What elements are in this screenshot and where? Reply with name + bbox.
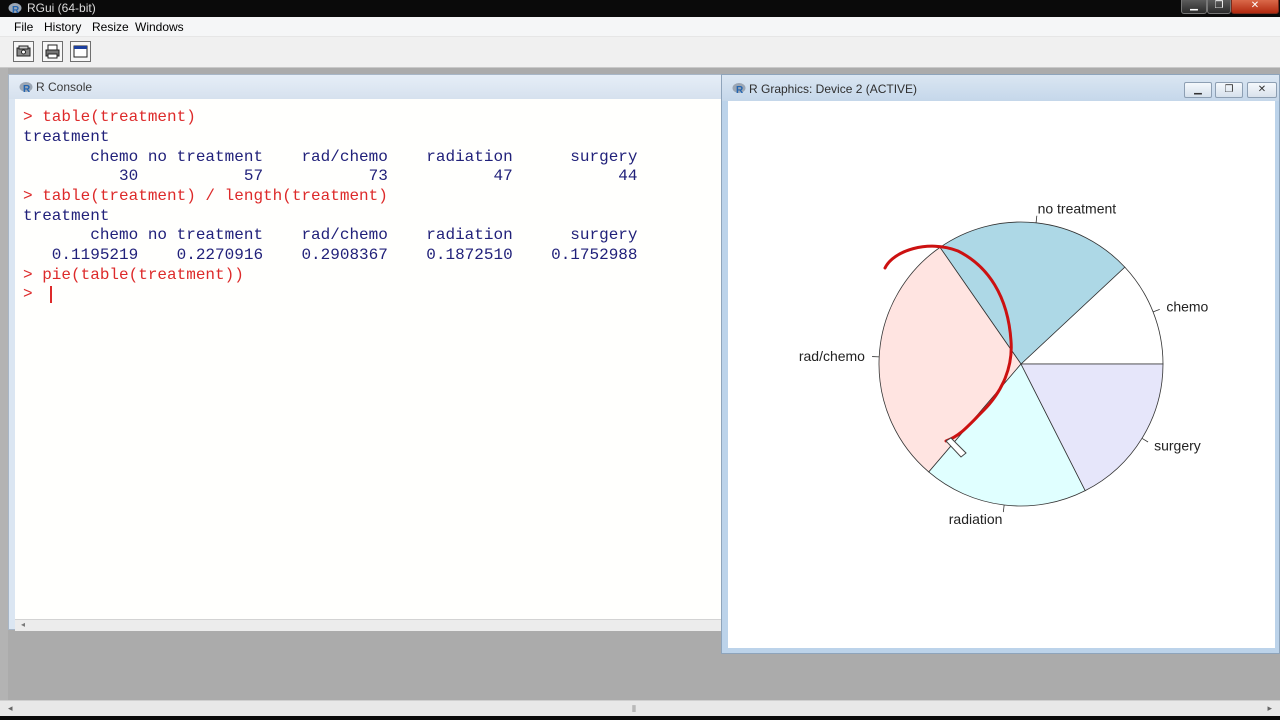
svg-text:R: R [736,85,744,94]
menu-windows[interactable]: Windows [135,20,184,34]
menu-resize[interactable]: Resize [92,20,129,34]
maximize-icon: ❐ [1224,84,1234,95]
svg-text:R: R [23,84,31,93]
minimize-icon: ▁ [1190,0,1198,11]
maximize-button[interactable]: ❐ [1207,0,1231,14]
pie-label-tick [1035,215,1038,223]
graphics-minimize-button[interactable]: ▁ [1184,82,1212,98]
scroll-left-icon[interactable]: ◂ [8,703,13,714]
close-icon: ✕ [1257,84,1267,95]
window-icon [73,45,88,58]
console-line: chemo no treatment rad/chemo radiation s… [23,148,638,166]
pie-label: no treatment [1038,201,1117,217]
svg-text:R: R [12,5,20,15]
maximize-icon: ❐ [1214,0,1224,11]
app-title: RGui (64-bit) [27,1,96,15]
pie-label-tick [1141,437,1149,443]
open-script-button[interactable] [13,41,34,62]
console-line: > table(treatment) / length(treatment) [23,187,388,205]
pie-label: radiation [949,511,1003,527]
window-button[interactable] [70,41,91,62]
console-line: 30 57 73 47 44 [23,167,638,185]
console-line: treatment [23,128,110,146]
close-button[interactable]: ✕ [1231,0,1279,14]
graphics-close-button[interactable]: ✕ [1247,82,1277,98]
console-line: 0.1195219 0.2270916 0.2908367 0.1872510 … [23,246,638,264]
menu-file[interactable]: File [14,20,33,34]
scroll-left-icon[interactable]: ◂ [21,620,25,630]
console-horizontal-scrollbar[interactable]: ◂ [15,619,721,631]
console-prompt[interactable]: > [23,284,42,304]
app-title-bar[interactable]: R RGui (64-bit) ▁ ❐ ✕ [0,0,1280,17]
console-line: > table(treatment) [23,108,196,126]
console-text-area[interactable]: > table(treatment) treatment chemo no tr… [15,99,721,619]
pie-chart: chemo no treatment rad/chemo radiation surge… [799,201,1209,527]
toolbar [0,37,1280,68]
print-icon [45,44,60,59]
text-cursor [50,286,52,303]
r-logo-icon: R [19,82,33,93]
pie-label: surgery [1154,438,1201,454]
console-line: treatment [23,207,110,225]
console-line: chemo no treatment rad/chemo radiation s… [23,226,638,244]
scroll-right-icon[interactable]: ▸ [1267,703,1272,714]
pie-label-tick [1152,308,1160,313]
menu-history[interactable]: History [44,20,81,34]
open-script-icon [16,45,31,57]
pie-label: rad/chemo [799,348,865,364]
mdi-horizontal-scrollbar[interactable]: ◂ ⦀ ▸ [0,700,1280,717]
console-title-bar[interactable]: R R Console [9,75,723,99]
print-button[interactable] [42,41,63,62]
close-icon: ✕ [1250,0,1260,11]
minimize-icon: ▁ [1194,84,1202,95]
r-logo-icon: R [732,83,746,94]
r-console-window[interactable]: R R Console > table(treatment) treatment… [8,74,724,631]
console-line: > pie(table(treatment)) [23,266,244,284]
minimize-button[interactable]: ▁ [1181,0,1207,14]
scroll-thumb-grip-icon[interactable]: ⦀ [632,704,636,715]
screen-bottom-edge [0,716,1280,720]
pie-label-tick [1002,504,1005,513]
graphics-title: R Graphics: Device 2 (ACTIVE) [749,82,918,96]
plot-area[interactable]: chemo no treatment rad/chemo radiation surge… [728,101,1275,648]
r-logo-icon: R [8,3,22,15]
r-graphics-window[interactable]: R R Graphics: Device 2 (ACTIVE) ▁ ❐ ✕ ch… [721,74,1280,654]
mdi-left-edge [0,68,8,700]
menu-bar: File History Resize Windows [0,17,1280,37]
graphics-maximize-button[interactable]: ❐ [1215,82,1243,98]
pie-label: chemo [1166,299,1208,315]
graphics-title-bar[interactable]: R R Graphics: Device 2 (ACTIVE) ▁ ❐ ✕ [722,75,1279,101]
console-title: R Console [36,80,93,94]
